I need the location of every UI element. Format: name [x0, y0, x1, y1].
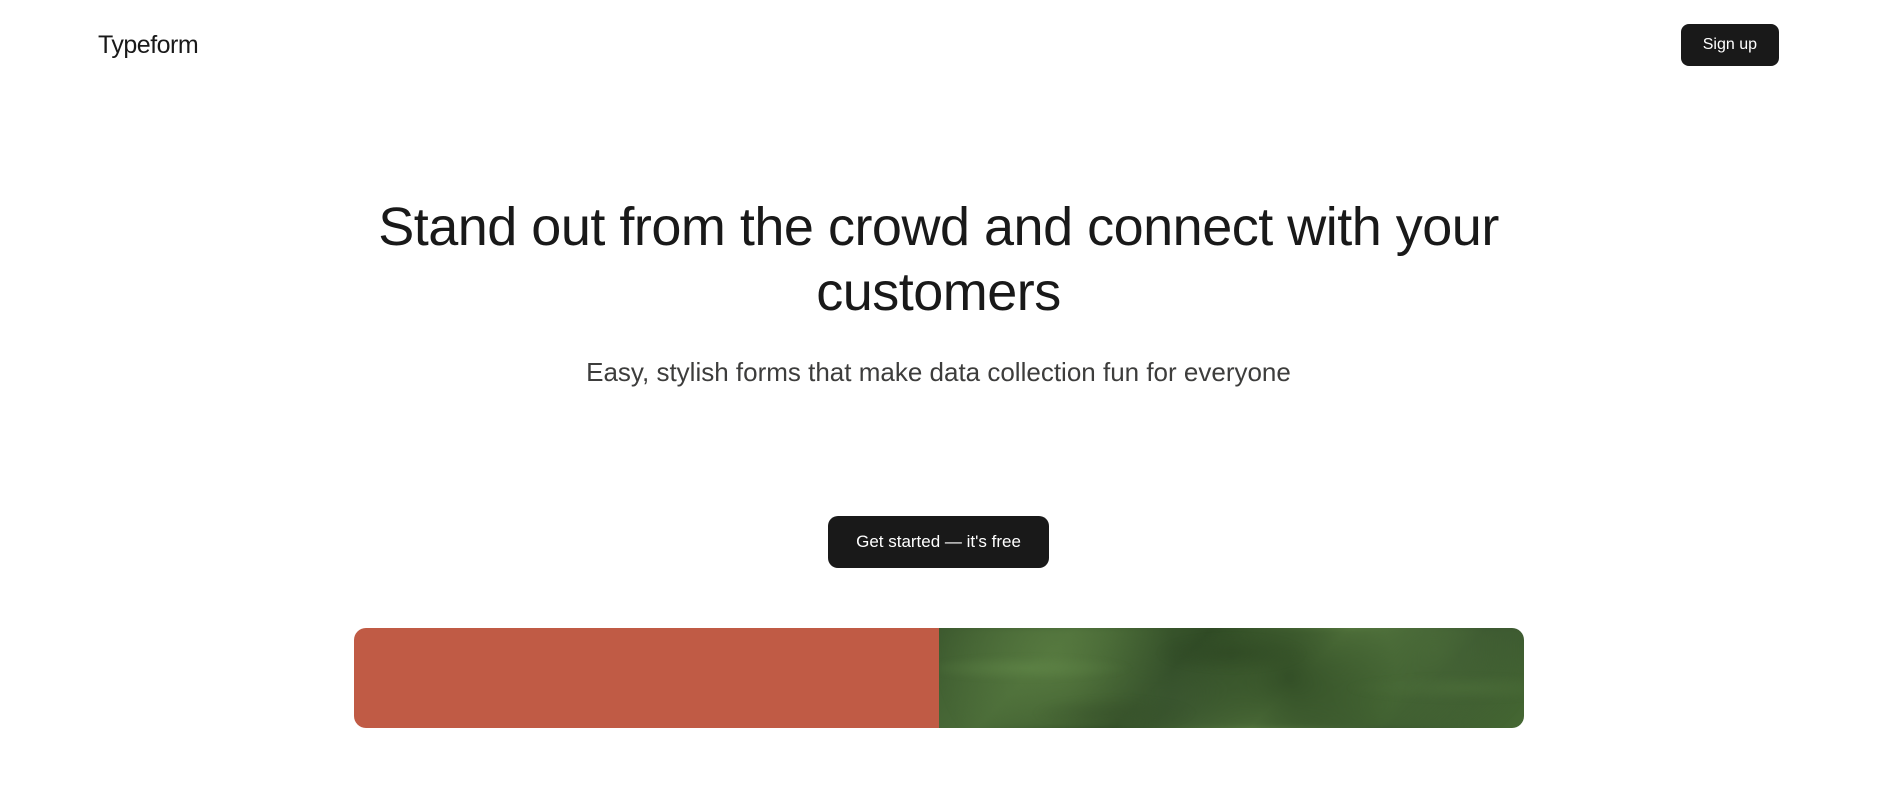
- signup-button[interactable]: Sign up: [1681, 24, 1779, 66]
- page-header: Typeform Sign up: [0, 0, 1877, 90]
- hero-headline: Stand out from the crowd and connect wit…: [339, 195, 1539, 325]
- hero-image-left-panel: [354, 628, 939, 728]
- hero-subheadline: Easy, stylish forms that make data colle…: [339, 357, 1539, 388]
- hero-section: Stand out from the crowd and connect wit…: [339, 90, 1539, 568]
- cta-container: Get started — it's free: [339, 516, 1539, 568]
- get-started-button[interactable]: Get started — it's free: [828, 516, 1049, 568]
- hero-image-section: [354, 628, 1524, 728]
- logo[interactable]: Typeform: [98, 31, 198, 60]
- hero-image-right-panel: [939, 628, 1524, 728]
